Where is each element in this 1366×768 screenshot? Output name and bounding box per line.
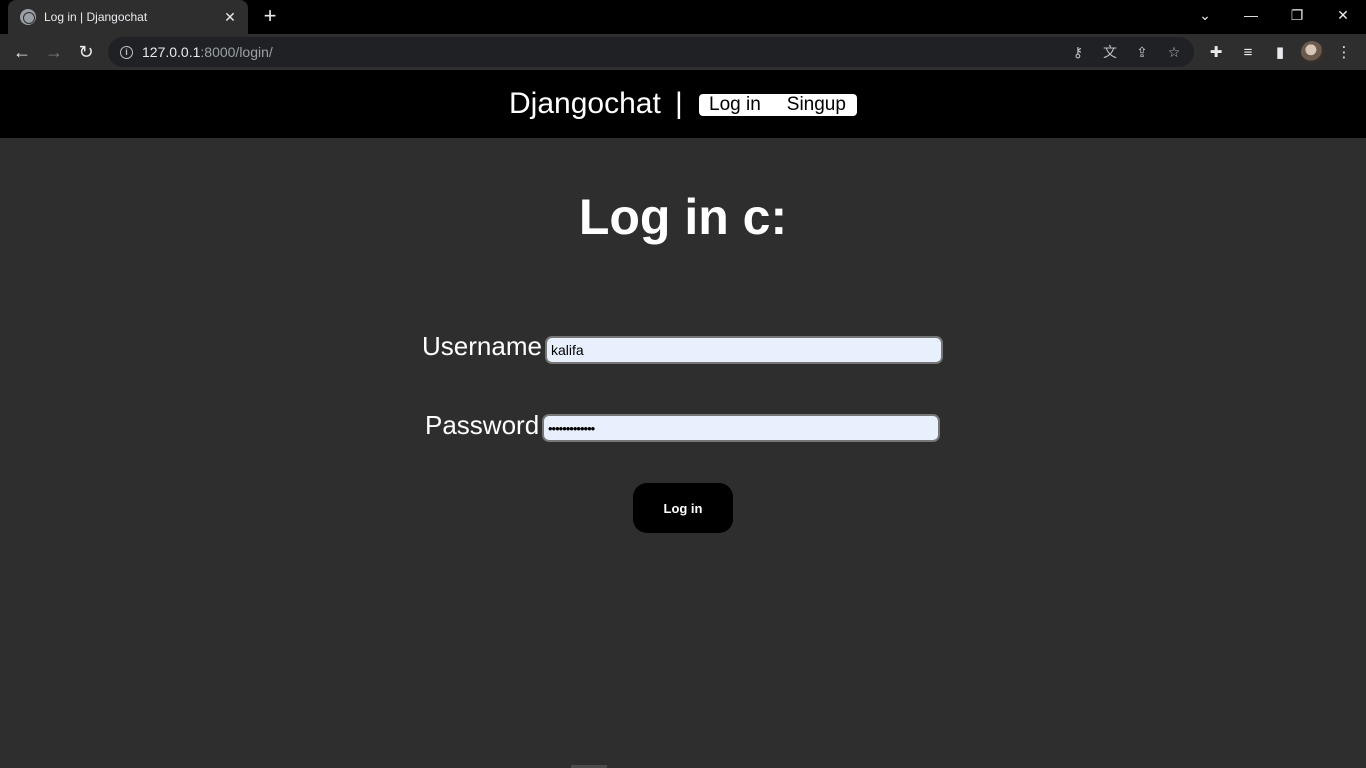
tab-title: Log in | Djangochat [44,10,148,24]
key-icon[interactable]: ⚷ [1068,42,1088,62]
browser-menu-icon[interactable]: ⋮ [1333,41,1355,63]
back-arrow-icon[interactable]: ← [8,38,36,66]
minimize-icon[interactable]: — [1228,0,1274,30]
site-info-icon[interactable]: i [120,45,133,59]
tab-search-icon[interactable]: ⌄ [1182,0,1228,30]
url-path: :8000/login/ [200,44,273,60]
reload-icon[interactable]: ↻ [72,38,100,66]
bookmark-star-icon[interactable]: ☆ [1164,42,1184,62]
browser-tab-strip: Log in | Djangochat ✕ + ⌄ — ❐ ✕ [0,0,1366,34]
window-close-icon[interactable]: ✕ [1320,0,1366,30]
globe-icon [20,9,36,25]
url-host: 127.0.0.1 [142,44,201,60]
address-bar[interactable]: i 127.0.0.1:8000/login/ ⚷ 文 ⇪ ☆ [108,37,1194,67]
username-label: Username [422,331,542,361]
profile-avatar[interactable] [1301,41,1323,63]
nav-signup-link[interactable]: Singup [787,94,846,116]
nav-login-link[interactable]: Log in [709,94,761,116]
browser-toolbar: ← → ↻ i 127.0.0.1:8000/login/ ⚷ 文 ⇪ ☆ ✚ … [0,34,1366,70]
password-label: Password [425,410,540,440]
forward-arrow-icon[interactable]: → [40,38,68,66]
browser-tab-active[interactable]: Log in | Djangochat ✕ [8,0,248,34]
new-tab-button[interactable]: + [258,5,282,29]
tab-close-icon[interactable]: ✕ [222,9,238,26]
share-icon[interactable]: ⇪ [1132,42,1152,62]
brand-separator: | [675,87,683,120]
translate-icon[interactable]: 文 [1100,42,1120,62]
site-nav: Log in Singup [699,94,857,116]
page-title: Log in c: [578,189,788,245]
username-input[interactable]: kalifa [545,336,943,364]
login-submit-button[interactable]: Log in [633,483,733,533]
side-panel-icon[interactable]: ▮ [1269,41,1291,63]
extensions-icon[interactable]: ✚ [1205,41,1227,63]
restore-icon[interactable]: ❐ [1274,0,1320,30]
site-brand[interactable]: Djangochat [509,86,661,122]
media-control-icon[interactable]: ≡ [1237,41,1259,63]
site-header [0,70,1366,138]
password-input[interactable]: ••••••••••••• [542,414,940,442]
